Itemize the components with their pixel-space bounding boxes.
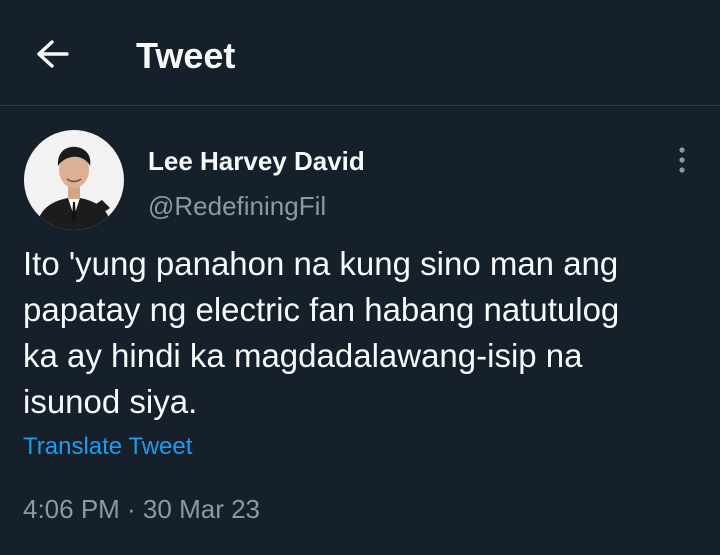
translate-tweet-link[interactable]: Translate Tweet	[23, 432, 192, 462]
profile-photo	[24, 130, 124, 230]
author-handle[interactable]: @RedefiningFil	[148, 190, 326, 222]
back-button[interactable]	[28, 30, 76, 78]
more-options-button[interactable]	[664, 140, 700, 180]
page-title: Tweet	[136, 35, 236, 76]
tweet-timestamp: 4:06 PM · 30 Mar 23	[23, 494, 260, 524]
top-bar: Tweet	[0, 0, 720, 106]
arrow-left-icon	[37, 40, 69, 68]
author-name[interactable]: Lee Harvey David	[148, 145, 365, 177]
avatar[interactable]	[24, 130, 124, 230]
vertical-dots-icon	[679, 147, 685, 173]
tweet-text: Ito 'yung panahon na kung sino man ang p…	[23, 245, 620, 420]
